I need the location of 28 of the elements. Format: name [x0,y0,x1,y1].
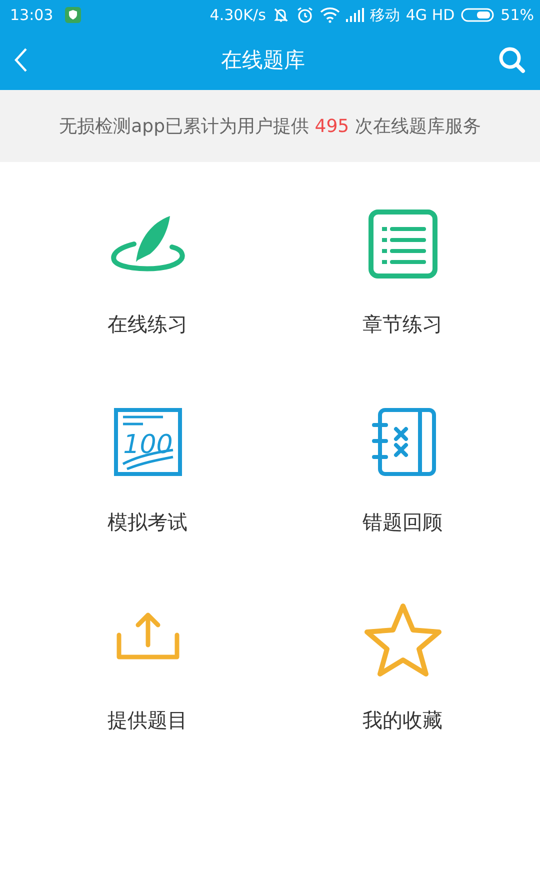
menu-tile[interactable]: 在线练习 [20,162,275,360]
wifi-icon [320,7,340,23]
signal-icon [346,8,364,22]
network-speed: 4.30K/s [210,6,266,24]
menu-tile[interactable]: 100 模拟考试 [20,360,275,558]
shield-icon [65,7,82,23]
menu-tile[interactable]: 章节练习 [275,162,530,360]
battery-icon [460,8,495,22]
menu-tile[interactable]: 我的收藏 [275,558,530,756]
menu-tile[interactable]: 提供题目 [20,558,275,756]
tile-label: 提供题目 [108,708,188,732]
battery-percent: 51% [500,6,534,24]
tile-label: 在线练习 [108,312,188,336]
tile-label: 我的收藏 [362,708,442,732]
alarm-icon [296,6,314,24]
search-icon [498,46,526,74]
status-time: 13:03 [10,6,54,24]
back-icon [14,47,28,73]
network-type: 4G HD [406,6,455,24]
star-icon [362,602,442,678]
usage-message: 无损检测app已累计为用户提供 495 次在线题库服务 [59,115,481,138]
page-title: 在线题库 [221,47,305,74]
tile-label: 模拟考试 [108,510,188,534]
carrier-name: 移动 [370,6,400,24]
menu-tile[interactable]: 错题回顾 [275,360,530,558]
mute-icon [272,6,290,24]
tile-label: 章节练习 [362,312,442,336]
tile-label: 错题回顾 [362,510,442,534]
